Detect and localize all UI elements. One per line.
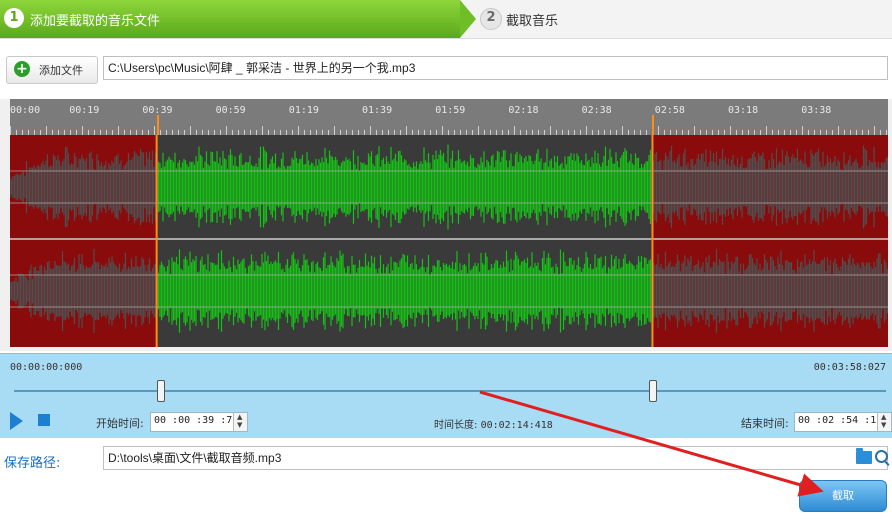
ruler-tick-label: 01:39: [362, 105, 393, 116]
ruler-tick-mark: [406, 126, 407, 135]
ruler-tick-mark: [262, 126, 263, 135]
ruler-tick-mark: [334, 126, 335, 135]
end-time-value: 00 :02 :54 :172: [798, 415, 889, 426]
end-handle[interactable]: [649, 380, 658, 402]
ruler-tick-mark: [874, 126, 875, 135]
ruler-tick-label: 00:00: [10, 105, 41, 116]
source-path-field[interactable]: C:\Users\pc\Music\阿肆 _ 郭采洁 - 世界上的另一个我.mp…: [103, 56, 888, 80]
ruler-tick-mark: [190, 126, 191, 135]
step-2-number: 2: [480, 8, 502, 30]
ruler-tick-mark: [10, 126, 11, 135]
timeline-track[interactable]: [14, 390, 886, 392]
ruler-tick-mark: [226, 126, 227, 135]
ruler-start-marker: [156, 115, 159, 135]
step-arrow: [460, 0, 476, 38]
plus-icon: +: [14, 61, 30, 77]
ruler-tick-mark: [370, 126, 371, 135]
ruler-tick-label: 02:18: [508, 105, 539, 116]
ruler-end-marker: [652, 115, 655, 135]
time-ruler: 00:00 00:19 00:39 00:59 01:19 01:39 01:59 02:18…: [10, 99, 888, 135]
ruler-tick-mark: [46, 126, 47, 135]
folder-icon[interactable]: [856, 448, 872, 464]
ruler-tick-mark: [694, 126, 695, 135]
waveform-panel: 00:00 00:19 00:39 00:59 01:19 01:39 01:59 02:18…: [0, 99, 892, 351]
play-icon[interactable]: [10, 412, 23, 430]
ruler-tick-label: 01:19: [288, 105, 319, 116]
ruler-tick-mark: [154, 126, 155, 135]
steps-header: 1 添加要截取的音乐文件 2 截取音乐: [0, 0, 892, 39]
save-path-field[interactable]: D:\tools\桌面\文件\截取音频.mp3: [103, 446, 888, 470]
ruler-tick-label: 03:38: [801, 105, 832, 116]
ruler-tick-mark: [118, 126, 119, 135]
step-1-label: 添加要截取的音乐文件: [30, 14, 161, 29]
ruler-tick-mark: [622, 126, 623, 135]
duration-display: 时间长度: 00:02:14:418: [434, 416, 553, 431]
ruler-tick-mark: [442, 126, 443, 135]
ruler-tick-mark: [298, 126, 299, 135]
ruler-tick-mark: [550, 126, 551, 135]
ruler-tick-mark: [82, 126, 83, 135]
add-file-button[interactable]: + 添加文件: [6, 56, 98, 84]
ruler-tick-label: 03:18: [728, 105, 759, 116]
ruler-tick-mark: [838, 126, 839, 135]
timeline-start-time: 00:00:00:000: [10, 362, 83, 373]
save-path-label: 保存路径:: [4, 456, 61, 471]
step-1-number: 1: [4, 8, 24, 28]
start-time-input[interactable]: 00 :00 :39 :754 ▲ ▼: [150, 412, 248, 432]
waveform-view[interactable]: [10, 135, 888, 347]
step-1-tab: 1 添加要截取的音乐文件: [0, 0, 460, 38]
ruler-tick-label: 01:59: [435, 105, 466, 116]
start-time-stepper[interactable]: ▲ ▼: [233, 413, 247, 431]
cut-button[interactable]: 截取: [799, 480, 887, 512]
ruler-tick-label: 02:38: [581, 105, 612, 116]
add-file-label: 添加文件: [39, 64, 83, 77]
waveform-svg: [10, 135, 888, 347]
ruler-tick-mark: [514, 126, 515, 135]
ruler-tick-label: 02:58: [654, 105, 685, 116]
ruler-tick-mark: [478, 126, 479, 135]
ruler-tick-mark: [586, 126, 587, 135]
end-time-stepper[interactable]: ▲ ▼: [877, 413, 891, 431]
ruler-tick-label: 00:19: [69, 105, 100, 116]
step-2-label: 截取音乐: [506, 14, 559, 29]
search-icon[interactable]: [875, 450, 888, 463]
ruler-tick-mark: [658, 126, 659, 135]
ruler-tick-mark: [730, 126, 731, 135]
duration-label: 时间长度:: [434, 420, 478, 431]
start-time-label: 开始时间:: [96, 417, 144, 430]
ruler-tick-mark: [766, 126, 767, 135]
timeline-end-time: 00:03:58:027: [813, 362, 886, 373]
start-time-value: 00 :00 :39 :754: [154, 415, 245, 426]
ruler-tick-mark: [802, 126, 803, 135]
duration-value: 00:02:14:418: [480, 420, 553, 431]
trim-control-bar: 00:00:00:000 00:03:58:027 开始时间: 00 :00 :…: [0, 353, 892, 438]
stop-icon[interactable]: [38, 414, 50, 426]
end-time-label: 结束时间:: [741, 417, 789, 430]
end-time-input[interactable]: 00 :02 :54 :172 ▲ ▼: [794, 412, 892, 432]
ruler-tick-label: 00:59: [215, 105, 246, 116]
start-handle[interactable]: [156, 380, 165, 402]
